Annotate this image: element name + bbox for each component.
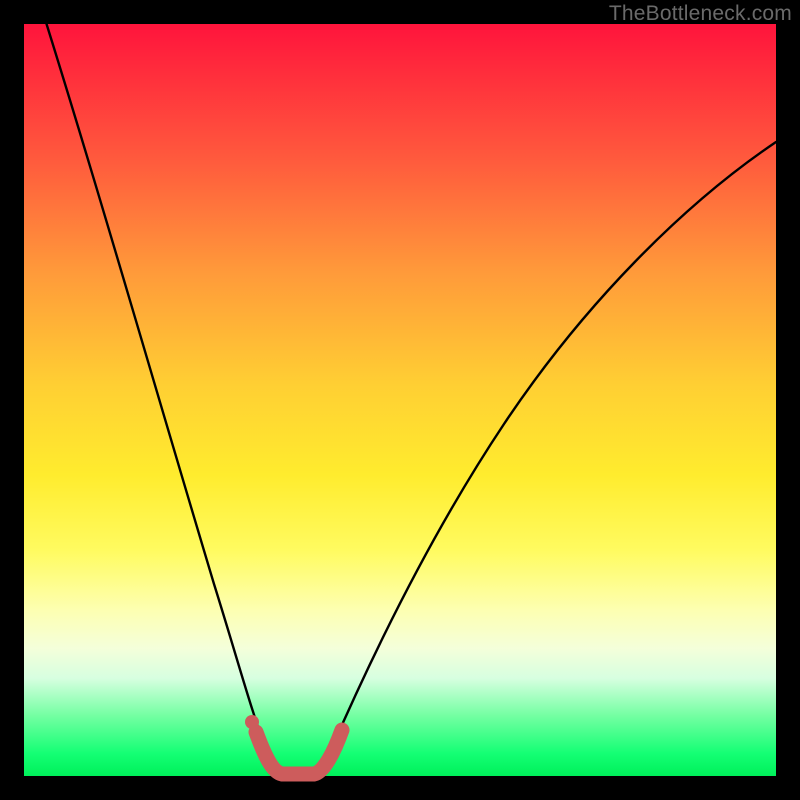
bottleneck-chart-svg xyxy=(24,24,776,776)
highlight-dot-icon xyxy=(245,715,259,729)
chart-plot-area xyxy=(24,24,776,776)
bottleneck-curve-path xyxy=(34,0,776,774)
watermark-text: TheBottleneck.com xyxy=(609,2,792,26)
bottleneck-highlight-path xyxy=(256,730,342,774)
